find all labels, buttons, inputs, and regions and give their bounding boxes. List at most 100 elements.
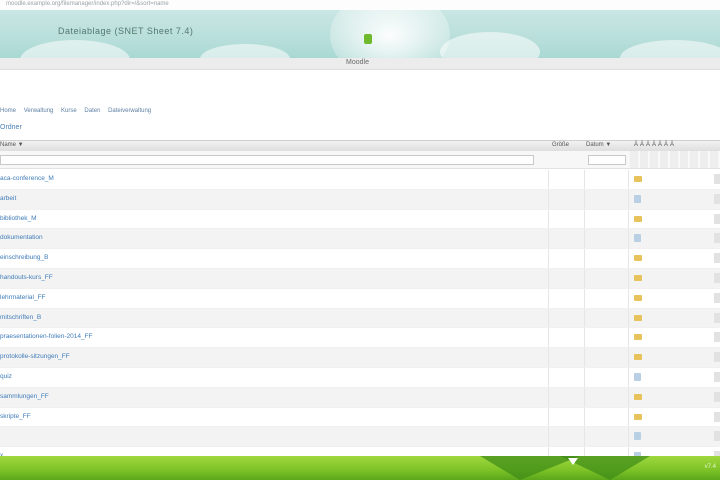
- table-row[interactable]: lehrmaterial_FF: [0, 288, 720, 309]
- column-divider: [548, 348, 549, 367]
- row-name-link[interactable]: aca-conference_M: [0, 175, 54, 182]
- column-header-name[interactable]: Name ▼: [0, 142, 24, 148]
- column-divider: [584, 229, 585, 249]
- row-name-link[interactable]: skripte_FF: [0, 413, 31, 420]
- file-icon: [634, 432, 641, 441]
- leaf-icon[interactable]: [364, 34, 372, 44]
- date-filter-input[interactable]: [588, 155, 626, 165]
- file-icon: [634, 194, 641, 203]
- table-row[interactable]: sammlungen_FF: [0, 387, 720, 408]
- row-action-handle[interactable]: [714, 253, 720, 264]
- nav-subbar: Moodle: [0, 58, 720, 70]
- row-name-link[interactable]: lehrmaterial_FF: [0, 294, 46, 301]
- row-action-handle[interactable]: [714, 352, 720, 363]
- table-row[interactable]: dokumentation: [0, 229, 720, 250]
- row-action-handle[interactable]: [714, 213, 720, 224]
- column-divider: [628, 209, 629, 229]
- row-name-link[interactable]: protokolle-sitzungen_FF: [0, 353, 70, 360]
- column-divider: [548, 209, 549, 229]
- row-name-link[interactable]: handouts-kurs_FF: [0, 274, 53, 281]
- name-filter-input[interactable]: [0, 155, 534, 165]
- folder-icon: [634, 215, 642, 222]
- column-header-size[interactable]: Größe: [552, 142, 569, 148]
- file-list: aca-conference_M arbeit bibliothek_M dok…: [0, 170, 720, 467]
- row-action-handle[interactable]: [714, 233, 720, 244]
- column-divider: [584, 328, 585, 348]
- column-divider: [628, 348, 629, 367]
- column-divider: [584, 170, 585, 189]
- table-row[interactable]: bibliothek_M: [0, 209, 720, 230]
- app-title: Dateiablage (SNET Sheet 7.4): [58, 26, 194, 36]
- row-action-handle[interactable]: [714, 292, 720, 303]
- column-divider: [548, 367, 549, 387]
- column-divider: [584, 367, 585, 387]
- row-name-link[interactable]: arbeit: [0, 195, 16, 202]
- url-text[interactable]: moodle.example.org/filemanager/index.php…: [6, 1, 169, 7]
- column-divider: [584, 427, 585, 447]
- row-action-handle[interactable]: [714, 391, 720, 402]
- row-action-handle[interactable]: [714, 332, 720, 343]
- row-name-link[interactable]: einschreibung_B: [0, 254, 48, 261]
- row-name-link[interactable]: dokumentation: [0, 234, 43, 241]
- table-row[interactable]: aca-conference_M: [0, 170, 720, 190]
- column-header-extra: ÄÄÄÄÄÄÄ: [634, 142, 677, 148]
- column-divider: [548, 189, 549, 209]
- column-header-date[interactable]: Datum ▼: [586, 142, 611, 148]
- version-label: v7.4: [704, 464, 716, 470]
- cloud-decoration: [20, 40, 130, 58]
- row-action-handle[interactable]: [714, 193, 720, 204]
- column-divider: [628, 387, 629, 407]
- column-divider: [584, 407, 585, 427]
- column-divider: [628, 328, 629, 348]
- table-row[interactable]: skripte_FF: [0, 407, 720, 428]
- table-row[interactable]: protokolle-sitzungen_FF: [0, 348, 720, 368]
- column-divider: [548, 308, 549, 328]
- filter-checkbox-cells[interactable]: [630, 151, 720, 168]
- row-action-handle[interactable]: [714, 272, 720, 283]
- column-divider: [628, 170, 629, 189]
- column-divider: [584, 308, 585, 328]
- row-name-link[interactable]: bibliothek_M: [0, 215, 37, 222]
- row-name-link[interactable]: praesentationen-folien-2014_FF: [0, 333, 93, 340]
- row-name-link[interactable]: quiz: [0, 373, 12, 380]
- table-row[interactable]: handouts-kurs_FF: [0, 268, 720, 289]
- row-action-handle[interactable]: [714, 371, 720, 382]
- breadcrumb-item[interactable]: Daten: [84, 108, 100, 114]
- table-row[interactable]: arbeit: [0, 189, 720, 210]
- column-divider: [628, 407, 629, 427]
- folder-icon: [634, 334, 642, 341]
- breadcrumb-item[interactable]: Dateiverwaltung: [108, 108, 151, 114]
- column-divider: [628, 268, 629, 288]
- column-divider: [584, 209, 585, 229]
- row-name-link[interactable]: mitschriften_B: [0, 314, 41, 321]
- table-row[interactable]: einschreibung_B: [0, 249, 720, 269]
- column-divider: [628, 308, 629, 328]
- row-action-handle[interactable]: [714, 431, 720, 442]
- row-action-handle[interactable]: [714, 312, 720, 323]
- column-divider: [548, 268, 549, 288]
- row-action-handle[interactable]: [714, 174, 720, 184]
- breadcrumb-item[interactable]: Kurse: [61, 108, 77, 114]
- breadcrumb-item[interactable]: Home: [0, 108, 16, 114]
- tab-moodle[interactable]: Moodle: [346, 59, 369, 66]
- filter-row: [0, 151, 720, 169]
- column-divider: [548, 170, 549, 189]
- column-divider: [584, 249, 585, 268]
- row-name-link[interactable]: sammlungen_FF: [0, 393, 49, 400]
- table-row[interactable]: [0, 427, 720, 448]
- cloud-decoration: [440, 32, 540, 58]
- breadcrumb-item[interactable]: Verwaltung: [24, 108, 54, 114]
- column-divider: [584, 387, 585, 407]
- page-footer: v7.4: [0, 456, 720, 480]
- chevron-down-icon[interactable]: [568, 458, 578, 465]
- row-action-handle[interactable]: [714, 411, 720, 422]
- column-divider: [548, 427, 549, 447]
- table-row[interactable]: mitschriften_B: [0, 308, 720, 329]
- folder-icon: [634, 354, 642, 361]
- column-divider: [628, 427, 629, 447]
- table-row[interactable]: quiz: [0, 367, 720, 388]
- column-divider: [548, 387, 549, 407]
- folder-icon: [634, 274, 642, 281]
- table-row[interactable]: praesentationen-folien-2014_FF: [0, 328, 720, 349]
- folder-link[interactable]: Ordner: [0, 124, 22, 131]
